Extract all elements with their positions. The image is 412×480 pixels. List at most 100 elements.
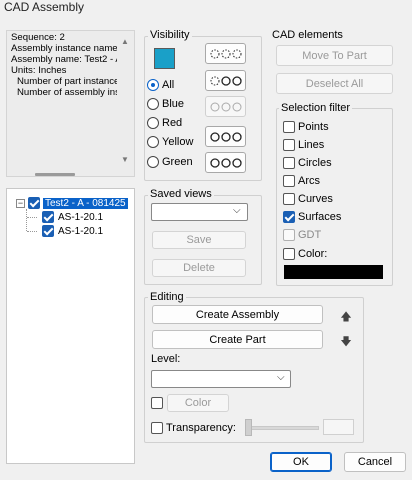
transparency-checkbox[interactable] [151, 422, 163, 434]
filter-surfaces-label: Surfaces [298, 211, 342, 223]
transparency-slider-thumb[interactable] [245, 419, 252, 436]
pattern-light-button[interactable] [205, 96, 246, 117]
filter-arcs[interactable]: Arcs [283, 174, 320, 188]
radio-all[interactable]: All [147, 78, 174, 92]
tree-root-checkbox[interactable] [28, 197, 40, 209]
filter-color[interactable]: Color: [283, 247, 327, 261]
chevron-down-icon[interactable]: ⌵ [233, 205, 241, 216]
radio-green-indicator[interactable] [147, 156, 159, 168]
filter-curves-checkbox[interactable] [283, 193, 295, 205]
filter-lines[interactable]: Lines [283, 138, 324, 152]
color-checkbox[interactable] [151, 397, 163, 409]
horizontal-scrollbar-thumb[interactable] [35, 173, 75, 176]
radio-all-label: All [162, 79, 175, 91]
filter-arcs-checkbox[interactable] [283, 175, 295, 187]
radio-blue-indicator[interactable] [147, 98, 159, 110]
filter-gdt-label: GDT [298, 229, 322, 241]
tree-item-child[interactable]: AS-1-20.1 [42, 224, 103, 238]
info-assembly-name: Assembly name: Test2 - A [11, 54, 117, 65]
tree-root-label: Test2 - A - 081425 [43, 197, 128, 209]
scroll-down-icon[interactable]: ▼ [121, 155, 129, 164]
filter-gdt-checkbox[interactable] [283, 229, 295, 241]
tree-item-child[interactable]: AS-1-20.1 [42, 210, 103, 224]
filter-curves-label: Curves [298, 193, 333, 205]
pattern-solid-button[interactable] [205, 126, 246, 147]
visibility-label: Visibility [148, 29, 192, 41]
window-title: CAD Assembly [4, 0, 85, 14]
radio-yellow-label: Yellow [162, 136, 194, 148]
dotted-circles-icon [210, 49, 241, 58]
radio-red[interactable]: Red [147, 116, 182, 130]
selection-filter-label: Selection filter [279, 102, 353, 114]
move-to-part-button[interactable]: Move To Part [276, 45, 393, 66]
pattern-solid-button-2[interactable] [205, 152, 246, 173]
filter-points-label: Points [298, 121, 329, 133]
info-assembly-instances: Number of assembly inst [17, 87, 117, 98]
radio-blue-label: Blue [162, 98, 185, 110]
solid-circles-icon [209, 131, 242, 142]
create-assembly-button[interactable]: Create Assembly [152, 305, 323, 324]
collapse-icon[interactable]: − [16, 199, 25, 208]
tree-line [27, 231, 37, 232]
radio-yellow[interactable]: Yellow [147, 135, 193, 149]
editing-label: Editing [148, 291, 186, 303]
move-down-icon[interactable]: 🡇 [339, 333, 353, 352]
transparency-toggle[interactable]: Transparency: [151, 421, 236, 435]
radio-yellow-indicator[interactable] [147, 136, 159, 148]
mixed-circles-icon [210, 75, 242, 86]
tree-line [26, 209, 27, 231]
radio-blue[interactable]: Blue [147, 97, 184, 111]
radio-all-indicator[interactable] [147, 79, 159, 91]
transparency-value-field[interactable] [323, 419, 354, 435]
pattern-mixed-button[interactable] [205, 70, 246, 91]
visibility-color-swatch[interactable] [154, 48, 175, 69]
filter-color-checkbox[interactable] [283, 248, 295, 260]
assembly-info-panel[interactable]: Sequence: 2 Assembly instance name: Asse… [6, 30, 135, 177]
assembly-tree[interactable]: − Test2 - A - 081425 AS-1-20.1 AS-1-20.1 [6, 188, 135, 464]
filter-points-checkbox[interactable] [283, 121, 295, 133]
filter-circles-label: Circles [298, 157, 332, 169]
ok-button[interactable]: OK [270, 452, 332, 472]
tree-child-checkbox[interactable] [42, 225, 54, 237]
tree-child-label: AS-1-20.1 [58, 211, 104, 223]
pattern-dotted-button[interactable] [205, 43, 246, 64]
filter-color-label: Color: [298, 248, 328, 260]
filter-color-swatch[interactable] [284, 265, 383, 279]
tree-line [27, 217, 37, 218]
chevron-down-icon[interactable]: ⌵ [277, 372, 285, 383]
deselect-all-button[interactable]: Deselect All [276, 73, 393, 94]
filter-circles[interactable]: Circles [283, 156, 332, 170]
level-label: Level: [151, 353, 181, 365]
radio-green[interactable]: Green [147, 155, 193, 169]
filter-gdt[interactable]: GDT [283, 228, 321, 242]
cancel-button[interactable]: Cancel [344, 452, 406, 472]
delete-view-button[interactable]: Delete [152, 259, 246, 277]
filter-curves[interactable]: Curves [283, 192, 333, 206]
tree-child-label: AS-1-20.1 [58, 225, 104, 237]
assembly-info-text: Sequence: 2 Assembly instance name: Asse… [11, 32, 117, 98]
color-button[interactable]: Color [167, 394, 229, 412]
filter-lines-label: Lines [298, 139, 325, 151]
solid-circles-icon [209, 157, 242, 168]
save-view-button[interactable]: Save [152, 231, 246, 249]
radio-red-indicator[interactable] [147, 117, 159, 129]
info-part-instances: Number of part instance [17, 76, 117, 87]
filter-circles-checkbox[interactable] [283, 157, 295, 169]
info-instance-name: Assembly instance name: [11, 43, 117, 54]
transparency-slider-track[interactable] [247, 426, 319, 430]
filter-points[interactable]: Points [283, 120, 329, 134]
move-up-icon[interactable]: 🡅 [339, 308, 353, 327]
filter-surfaces[interactable]: Surfaces [283, 210, 341, 224]
info-sequence: Sequence: 2 [11, 32, 65, 43]
tree-child-checkbox[interactable] [42, 211, 54, 223]
filter-arcs-label: Arcs [298, 175, 320, 187]
cad-elements-label: CAD elements [270, 29, 345, 41]
filter-lines-checkbox[interactable] [283, 139, 295, 151]
level-dropdown[interactable] [151, 370, 291, 388]
tree-item-root[interactable]: Test2 - A - 081425 [28, 196, 128, 210]
scroll-up-icon[interactable]: ▲ [121, 37, 129, 46]
create-part-button[interactable]: Create Part [152, 330, 323, 349]
info-units: Units: Inches [11, 65, 67, 76]
filter-surfaces-checkbox[interactable] [283, 211, 295, 223]
radio-green-label: Green [162, 156, 193, 168]
